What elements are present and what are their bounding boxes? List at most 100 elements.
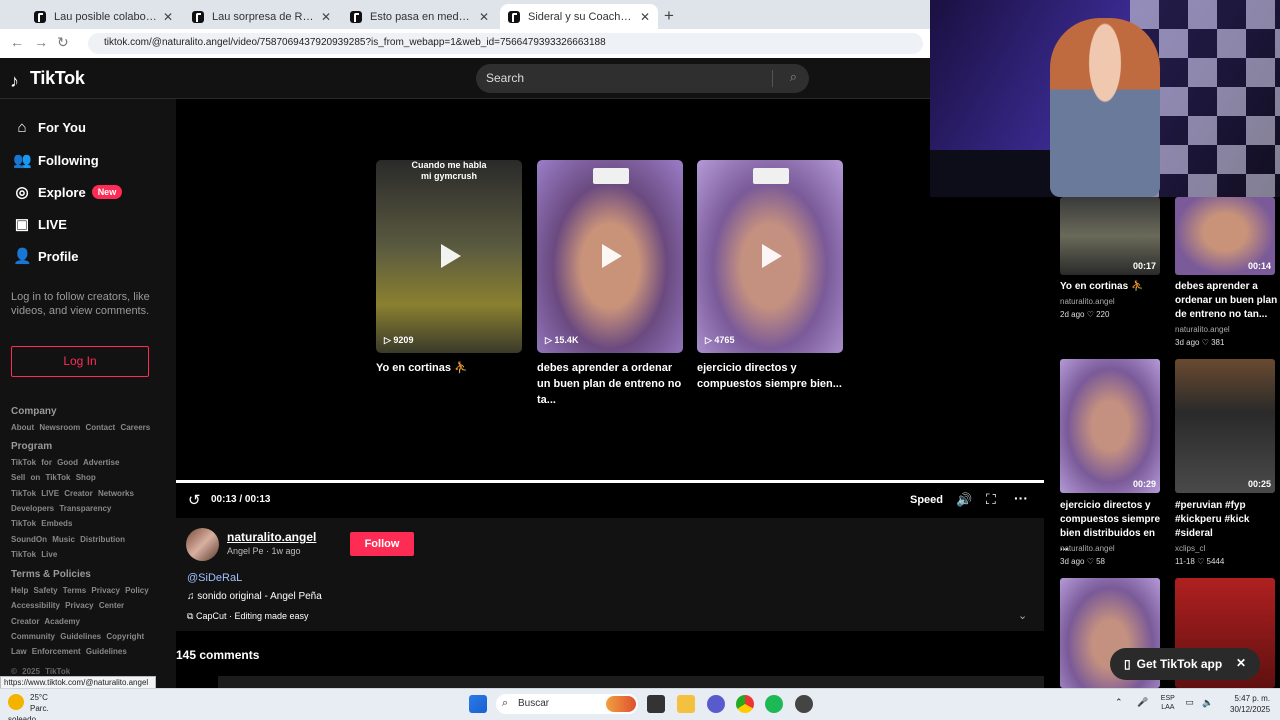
sidebar-item-explore[interactable]: ◎ Explore New <box>13 183 123 201</box>
footer-links[interactable]: TikTok LIVE Creator Networks <box>11 489 134 498</box>
discord-icon[interactable] <box>707 695 725 713</box>
video-progress-bar[interactable] <box>176 480 1044 483</box>
suggested-video-card[interactable]: Cuando me habla mi gymcrush ▷ 9209 <box>376 160 522 353</box>
new-tab-icon[interactable]: + <box>664 6 674 26</box>
suggested-video-caption[interactable]: ejercicio directos y compuestos siempre … <box>697 360 845 392</box>
language-indicator[interactable]: ESP LAA <box>1161 694 1175 712</box>
chrome-icon[interactable] <box>736 695 754 713</box>
back-arrow-icon[interactable]: ← <box>10 34 24 50</box>
heart-icon: ♡ <box>1086 557 1094 566</box>
microphone-icon[interactable]: 🎤 <box>1137 697 1148 707</box>
footer-heading-terms: Terms & Policies <box>11 569 91 580</box>
heart-icon: ♡ <box>1201 338 1209 347</box>
footer-links[interactable]: Law Enforcement Guidelines <box>11 647 127 656</box>
related-video-author[interactable]: xclips_cl <box>1175 544 1205 553</box>
related-video-thumb[interactable]: 00:25 <box>1175 359 1275 493</box>
related-video-thumb[interactable]: 00:29 <box>1060 359 1160 493</box>
url-field[interactable]: tiktok.com/@naturalito.angel/video/75870… <box>88 33 923 54</box>
close-icon[interactable]: ✕ <box>1236 656 1246 670</box>
sidebar-item-profile[interactable]: 👤 Profile <box>13 247 78 265</box>
search-placeholder: Search <box>486 71 525 85</box>
spotify-icon[interactable] <box>765 695 783 713</box>
avatar[interactable] <box>186 528 219 561</box>
weather-widget[interactable]: 25°C Parc. soleado <box>8 692 57 720</box>
related-video-thumb[interactable]: 00:14 <box>1175 197 1275 275</box>
sidebar-item-following[interactable]: 👥 Following <box>13 151 99 169</box>
sound-link[interactable]: ♫ sonido original - Angel Peña <box>187 591 322 602</box>
footer-links[interactable]: TikTok for Good Advertise <box>11 458 119 467</box>
chevron-down-icon[interactable]: ⌄ <box>1018 609 1027 622</box>
related-video-thumb[interactable]: 00:17 <box>1060 197 1160 275</box>
view-count: ▷ 4765 <box>705 335 735 345</box>
system-tray: ⌃ 🎤 ESP LAA ▭ 🔈 <box>1115 694 1214 712</box>
more-options-icon[interactable]: ··· <box>1014 490 1028 506</box>
close-tab-icon[interactable]: ✕ <box>321 10 331 24</box>
new-badge: New <box>91 185 123 199</box>
sidebar-item-for-you[interactable]: ⌂ For You <box>13 119 86 136</box>
speed-button[interactable]: Speed <box>910 494 943 506</box>
related-video-title[interactable]: #peruvian #fyp #kickperu #kick #sideral <box>1175 499 1279 541</box>
reload-icon[interactable]: ↻ <box>57 34 69 51</box>
windows-start-icon[interactable] <box>469 695 487 713</box>
related-video-author[interactable]: naturalito.angel <box>1060 544 1115 553</box>
footer-links[interactable]: About Newsroom Contact Careers <box>11 423 150 432</box>
file-explorer-icon[interactable] <box>677 695 695 713</box>
video-overlay-text: Cuando me habla mi gymcrush <box>411 160 487 181</box>
login-button[interactable]: Log In <box>11 346 149 377</box>
display-icon[interactable]: ▭ <box>1185 697 1194 707</box>
footer-links[interactable]: Accessibility Privacy Center <box>11 601 124 610</box>
forward-arrow-icon[interactable]: → <box>34 34 48 50</box>
suggested-video-caption[interactable]: debes aprender a ordenar un buen plan de… <box>537 360 685 408</box>
users-icon: 👥 <box>13 152 32 169</box>
related-video-author[interactable]: naturalito.angel <box>1060 297 1115 306</box>
search-input[interactable]: Search ⌕ <box>476 64 809 93</box>
browser-tab[interactable]: Esto pasa en medalla guardián ✕ <box>342 4 497 29</box>
taskbar-clock[interactable]: 5:47 p. m. 30/12/2025 <box>1230 693 1270 715</box>
browser-tab-active[interactable]: Sideral y su Coach: Ejercicios N ✕ <box>500 4 658 29</box>
footer-links[interactable]: TikTok Live <box>11 550 57 559</box>
related-video-title[interactable]: Yo en cortinas ⛹ <box>1060 280 1164 294</box>
related-age: 3d ago <box>1175 338 1200 347</box>
related-age: 2d ago <box>1060 310 1085 319</box>
close-tab-icon[interactable]: ✕ <box>163 10 173 24</box>
related-video-meta: 3d ago ♡ 381 <box>1175 338 1224 347</box>
capcut-link[interactable]: ⧉ CapCut · Editing made easy <box>187 611 309 622</box>
browser-tab[interactable]: Lau sorpresa de Radha #kickclip ✕ <box>184 4 339 29</box>
follow-button[interactable]: Follow <box>350 532 414 556</box>
tiktok-logo[interactable]: ♪ TikTok <box>10 68 85 91</box>
suggested-video-card[interactable]: ▷ 4765 <box>697 160 843 353</box>
footer-links[interactable]: Community Guidelines Copyright <box>11 632 144 641</box>
replay-icon[interactable]: ↺ <box>188 491 201 509</box>
mention-link[interactable]: @SiDeRaL <box>187 572 242 584</box>
close-tab-icon[interactable]: ✕ <box>479 10 489 24</box>
person-icon: 👤 <box>13 248 32 265</box>
video-time: 00:13 / 00:13 <box>211 494 271 505</box>
login-prompt-text: Log in to follow creators, like videos, … <box>11 291 150 317</box>
tiktok-favicon-icon <box>350 10 362 23</box>
search-icon[interactable]: ⌕ <box>790 69 797 85</box>
related-video-title[interactable]: debes aprender a ordenar un buen plan de… <box>1175 280 1279 322</box>
author-username[interactable]: naturalito.angel <box>227 530 316 544</box>
sidebar-item-label: For You <box>38 120 86 135</box>
close-tab-icon[interactable]: ✕ <box>640 10 650 24</box>
footer-links[interactable]: SoundOn Music Distribution <box>11 535 125 544</box>
sidebar-item-live[interactable]: ▣ LIVE <box>13 215 67 233</box>
footer-links[interactable]: Creator Academy <box>11 617 80 626</box>
obs-icon[interactable] <box>795 695 813 713</box>
related-video-author[interactable]: naturalito.angel <box>1175 325 1230 334</box>
footer-links[interactable]: Developers Transparency <box>11 504 111 513</box>
get-app-banner[interactable]: ▯ Get TikTok app ✕ <box>1110 648 1260 680</box>
speaker-icon[interactable]: 🔈 <box>1202 697 1213 707</box>
fullscreen-icon[interactable]: ⛶ <box>986 491 996 508</box>
volume-icon[interactable]: 🔊 <box>956 492 972 508</box>
compass-icon: ◎ <box>15 184 29 201</box>
task-view-icon[interactable] <box>647 695 665 713</box>
browser-tab[interactable]: Lau posible colaboración con S ✕ <box>26 4 181 29</box>
suggested-video-card[interactable]: ▷ 15.4K <box>537 160 683 353</box>
suggested-video-caption[interactable]: Yo en cortinas ⛹ <box>376 360 524 376</box>
footer-links[interactable]: TikTok Embeds <box>11 519 72 528</box>
footer-links[interactable]: Help Safety Terms Privacy Policy <box>11 586 149 595</box>
chevron-up-icon[interactable]: ⌃ <box>1115 697 1123 707</box>
tiktok-favicon-icon <box>192 10 204 23</box>
footer-links[interactable]: Sell on TikTok Shop <box>11 473 96 482</box>
